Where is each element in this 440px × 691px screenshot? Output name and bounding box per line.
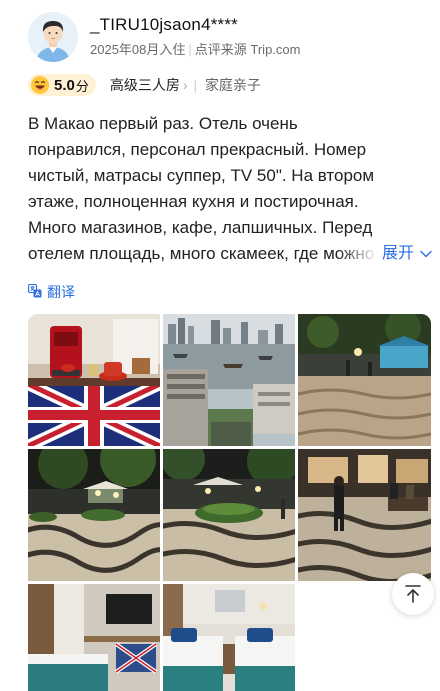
- review-photo[interactable]: [28, 449, 160, 581]
- photo-night-plaza: [298, 314, 431, 446]
- photo-hotel-room-beds: [163, 584, 295, 691]
- meta-divider: |: [188, 42, 192, 57]
- avatar[interactable]: [28, 12, 78, 62]
- review-photo[interactable]: [163, 584, 295, 691]
- user-name[interactable]: _TIRU10jsaon4****: [90, 15, 238, 35]
- review-photo[interactable]: [298, 449, 431, 581]
- arrow-up-icon: [405, 585, 421, 603]
- chevron-down-icon: [420, 250, 432, 258]
- review-body: В Макао первый раз. Отель очень понравил…: [28, 111, 432, 267]
- photo-gallery: [28, 314, 431, 691]
- review-photo[interactable]: [163, 449, 295, 581]
- translate-icon: [27, 283, 42, 301]
- divider: |: [193, 77, 197, 93]
- photo-walking-plaza: [298, 449, 431, 581]
- review-header: _TIRU10jsaon4**** 2025年08月入住 | 点评来源 Trip.c…: [28, 12, 418, 64]
- expand-button[interactable]: 展开: [377, 241, 432, 267]
- rating-score: 5.0: [54, 76, 75, 94]
- photo-night-trees: [28, 449, 160, 581]
- review-meta: 2025年08月入住 | 点评来源 Trip.com: [90, 39, 300, 58]
- grinning-face-icon: [31, 76, 49, 94]
- review-photo[interactable]: [163, 314, 295, 446]
- photo-flower-beds: [163, 449, 295, 581]
- chevron-right-icon: ›: [182, 77, 188, 93]
- expand-label: 展开: [381, 245, 414, 262]
- trip-type: 家庭亲子: [204, 77, 261, 93]
- rating-badge: 5.0 分: [28, 74, 96, 96]
- photo-coffee-machine: [28, 314, 160, 446]
- review-photo[interactable]: [28, 314, 160, 446]
- rating-row: 5.0 分 高级三人房 › | 家庭亲子: [28, 73, 261, 97]
- room-type-link[interactable]: 高级三人房: [110, 75, 180, 95]
- avatar-icon: [28, 12, 78, 62]
- photo-river-view: [163, 314, 295, 446]
- review-source: 点评来源 Trip.com: [194, 42, 301, 57]
- back-to-top-button[interactable]: [392, 573, 434, 615]
- photo-hotel-room-tv: [28, 584, 160, 691]
- stay-date: 2025年08月入住: [90, 42, 186, 57]
- translate-button[interactable]: 翻译: [27, 282, 75, 302]
- translate-label: 翻译: [47, 284, 75, 300]
- text-fade: [338, 241, 378, 267]
- review-photo[interactable]: [28, 584, 160, 691]
- review-photo[interactable]: [298, 314, 431, 446]
- rating-unit: 分: [75, 78, 89, 94]
